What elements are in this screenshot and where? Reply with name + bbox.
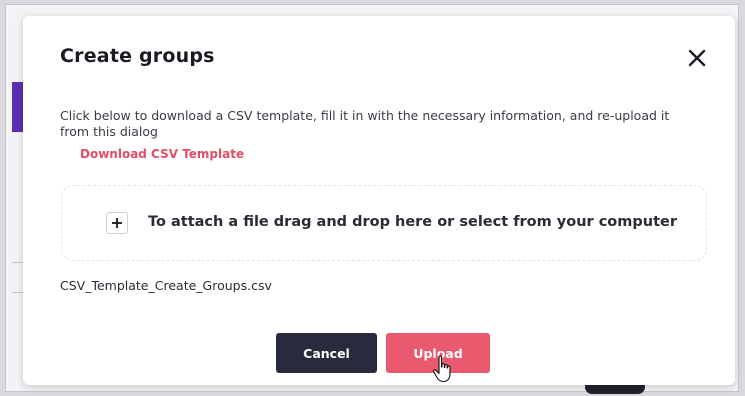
dialog-instructions: Click below to download a CSV template, … xyxy=(60,108,670,139)
plus-icon xyxy=(112,218,122,228)
close-button[interactable] xyxy=(683,44,711,72)
add-file-button[interactable] xyxy=(106,212,128,234)
dropzone-label: To attach a file drag and drop here or s… xyxy=(148,214,677,230)
download-csv-template-link[interactable]: Download CSV Template xyxy=(80,147,244,161)
selected-file-name: CSV_Template_Create_Groups.csv xyxy=(60,278,272,293)
dialog-title: Create groups xyxy=(60,45,215,67)
close-icon xyxy=(688,49,706,67)
create-groups-dialog: Create groups Click below to download a … xyxy=(23,16,735,385)
cancel-button[interactable]: Cancel xyxy=(276,333,377,373)
file-dropzone[interactable]: To attach a file drag and drop here or s… xyxy=(61,185,707,261)
upload-button[interactable]: Upload xyxy=(386,333,490,373)
